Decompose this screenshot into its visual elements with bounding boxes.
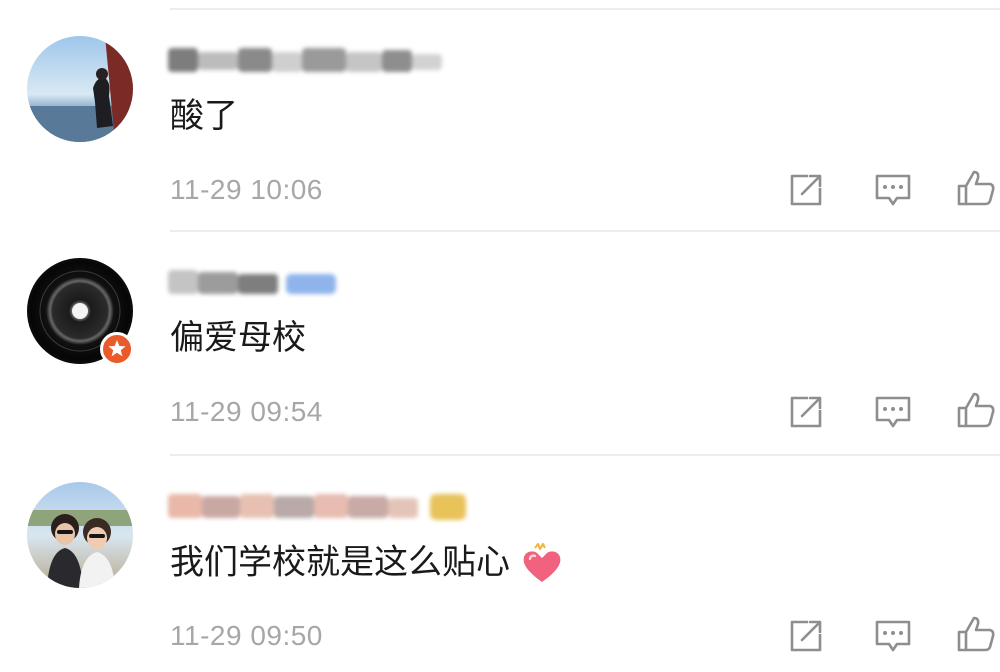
avatar[interactable] — [27, 482, 133, 588]
comment-item: 偏爱母校 11-29 09:54 — [0, 234, 1000, 456]
share-icon[interactable] — [786, 392, 826, 432]
share-icon[interactable] — [786, 170, 826, 210]
comment-text: 酸了 — [170, 96, 238, 136]
comment-text-content: 我们学校就是这么贴心 — [170, 542, 510, 583]
timestamp: 11-29 10:06 — [170, 174, 323, 205]
comment-item: 我们学校就是这么贴心 11-29 09:50 — [0, 458, 1000, 672]
share-icon[interactable] — [786, 616, 826, 656]
star-badge-icon — [100, 332, 134, 366]
comment-text: 偏爱母校 — [170, 318, 306, 358]
username-redacted[interactable] — [168, 42, 458, 76]
comment-item: 酸了 11-29 10:06 — [0, 12, 1000, 234]
comment-text: 我们学校就是这么贴心 — [170, 542, 564, 586]
thumbs-up-icon[interactable] — [956, 614, 996, 654]
comment-icon[interactable] — [873, 616, 913, 656]
divider — [170, 230, 1000, 232]
divider — [170, 8, 1000, 10]
avatar[interactable] — [27, 36, 133, 142]
comment-list: 酸了 11-29 10:06 偏爱母校 11-29 09:54 我们学校就是这么… — [0, 0, 1000, 672]
divider — [170, 454, 1000, 456]
username-redacted[interactable] — [168, 264, 348, 298]
timestamp: 11-29 09:50 — [170, 620, 323, 651]
heart-emoji-icon — [523, 542, 561, 582]
thumbs-up-icon[interactable] — [956, 390, 996, 430]
comment-icon[interactable] — [873, 392, 913, 432]
username-redacted[interactable] — [168, 488, 478, 522]
timestamp: 11-29 09:54 — [170, 396, 323, 427]
thumbs-up-icon[interactable] — [956, 168, 996, 208]
comment-icon[interactable] — [873, 170, 913, 210]
